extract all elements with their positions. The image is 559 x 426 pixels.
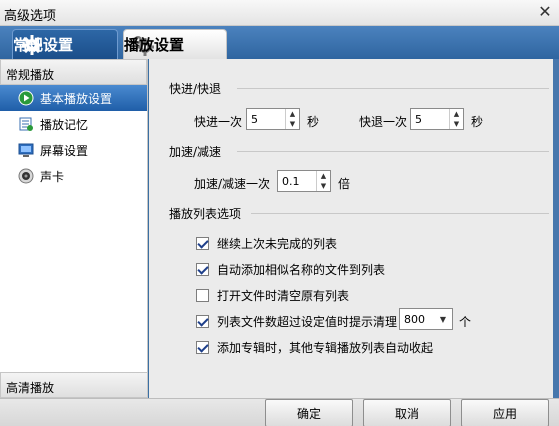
sidebar-item-label: 声卡 [40,169,65,184]
checkbox[interactable] [196,341,209,354]
backward-unit: 秒 [471,115,484,129]
window-edge [553,59,559,398]
section-divider [237,151,549,152]
section-divider [251,213,549,214]
checkbox[interactable] [196,289,209,302]
spin-down-icon[interactable]: ▼ [317,181,330,191]
apply-button[interactable]: 应用 [461,399,549,426]
sidebar-item-screen-settings[interactable]: 屏幕设置 [0,137,147,163]
speed-value[interactable]: 0.1 [278,171,316,191]
cleanup-limit-unit: 个 [459,315,472,329]
section-title-seek: 快进/快退 [169,82,222,96]
spin-down-icon[interactable]: ▼ [286,119,299,129]
sidebar-group-regular-playback[interactable]: 常规播放 [0,59,147,85]
option-label: 继续上次未完成的列表 [217,237,338,251]
cancel-button[interactable]: 取消 [363,399,451,426]
option-label: 添加专辑时，其他专辑播放列表自动收起 [217,341,434,355]
title-bar: 高级选项 ✕ [0,0,559,26]
tab-playback-label: 播放设置 [124,36,185,54]
section-title-speed: 加速/减速 [169,145,222,159]
option-clear-on-open[interactable]: 打开文件时清空原有列表 [196,287,349,304]
button-bar: 确定 取消 应用 [0,398,559,426]
monitor-icon [18,142,34,158]
sidebar-item-label: 基本播放设置 [40,91,113,106]
forward-label: 快进一次 [194,115,243,129]
option-label: 打开文件时清空原有列表 [217,289,350,303]
sidebar-item-basic-playback[interactable]: 基本播放设置 [0,85,147,111]
checkbox[interactable] [196,263,209,276]
speaker-icon [18,168,34,184]
bookmark-icon [18,116,34,132]
tab-general-settings[interactable]: 常规设置 [12,29,118,59]
forward-unit: 秒 [307,115,320,129]
speed-label: 加速/减速一次 [194,177,271,191]
checkbox[interactable] [196,315,209,328]
option-auto-add-similar[interactable]: 自动添加相似名称的文件到列表 [196,261,385,278]
backward-label: 快退一次 [359,115,408,129]
sidebar-group-hd-playback[interactable]: 高清播放 [0,372,148,398]
option-continue-list[interactable]: 继续上次未完成的列表 [196,235,337,252]
section-divider [237,88,549,89]
backward-value[interactable]: 5 [411,109,449,129]
forward-stepper[interactable]: 5 ▲ ▼ [246,108,300,130]
tab-general-label: 常规设置 [13,36,74,54]
cleanup-limit-select[interactable]: 800 ▼ [399,308,453,330]
sidebar-item-sound-card[interactable]: 声卡 [0,163,147,189]
option-label: 自动添加相似名称的文件到列表 [217,263,386,277]
section-title-playlist: 播放列表选项 [169,207,242,221]
spin-up-icon[interactable]: ▲ [286,109,299,119]
spin-down-icon[interactable]: ▼ [450,119,463,129]
option-prompt-cleanup[interactable]: 列表文件数超过设定值时提示清理 [196,313,397,330]
option-label: 列表文件数超过设定值时提示清理 [217,315,398,329]
tab-strip: 常规设置 播放设置 [0,26,559,59]
sidebar-item-playback-memory[interactable]: 播放记忆 [0,111,147,137]
sidebar-item-label: 屏幕设置 [40,143,89,158]
spin-up-icon[interactable]: ▲ [317,171,330,181]
forward-value[interactable]: 5 [247,109,285,129]
sidebar-item-label: 播放记忆 [40,117,89,132]
spin-up-icon[interactable]: ▲ [450,109,463,119]
settings-panel: 快进/快退 快进一次 5 ▲ ▼ 秒 快退一次 5 ▲ ▼ 秒 加速/减速 加速/减… [149,59,559,398]
play-icon [18,90,34,106]
window-title: 高级选项 [4,9,57,24]
cleanup-limit-value: 800 [404,312,425,326]
ok-button[interactable]: 确定 [265,399,353,426]
tab-playback-settings[interactable]: 播放设置 [123,29,227,59]
chevron-down-icon[interactable]: ▼ [434,315,452,324]
close-icon[interactable]: ✕ [537,2,553,22]
speed-stepper[interactable]: 0.1 ▲ ▼ [277,170,331,192]
backward-stepper[interactable]: 5 ▲ ▼ [410,108,464,130]
option-collapse-albums[interactable]: 添加专辑时，其他专辑播放列表自动收起 [196,339,433,356]
speed-unit: 倍 [338,177,351,191]
checkbox[interactable] [196,237,209,250]
sidebar: 常规播放 基本播放设置 播放记忆 屏幕设置 声卡 高清播放 [0,59,148,398]
